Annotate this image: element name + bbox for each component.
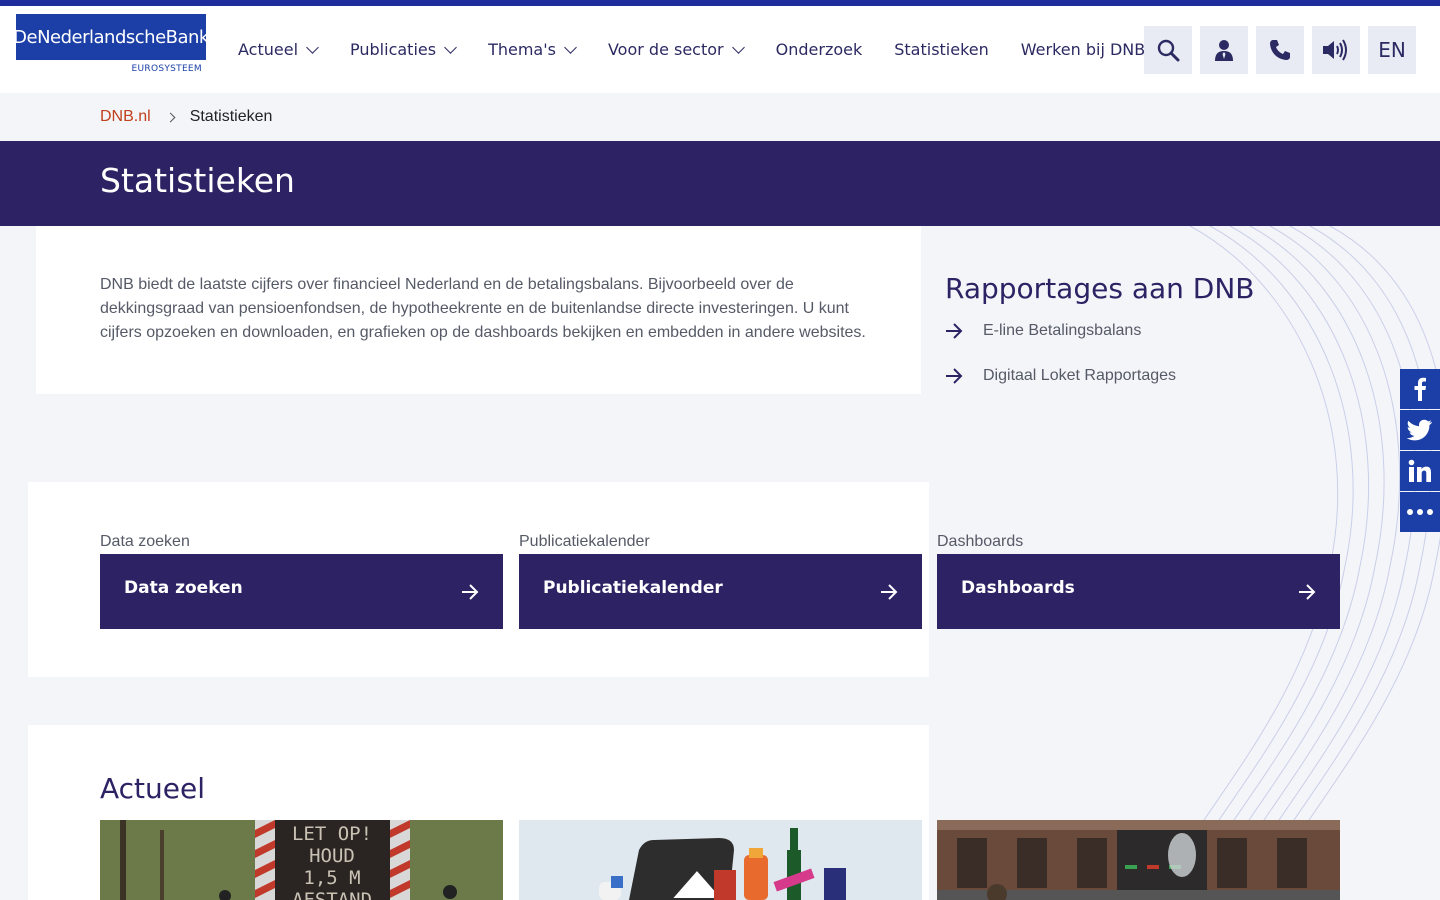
news-image-1[interactable]: LET OP! HOUD 1,5 M AFSTAND [100,820,503,900]
share-bar [1400,369,1440,533]
reports-title: Rapportages aan DNB [945,272,1255,305]
user-icon [1215,40,1233,61]
tile-image: Publicatiekalender [519,530,922,554]
contact-button[interactable] [1256,26,1304,74]
breadcrumb-current: Statistieken [189,108,273,125]
image-alt-text: Publicatiekalender [519,533,650,550]
nav-item-statistieken[interactable]: Statistieken [894,40,989,59]
header-tools: EN [1144,26,1416,74]
arrow-right-icon [881,583,898,600]
nav-label: Onderzoek [775,40,863,59]
arrow-right-icon [462,583,479,600]
report-link-label: Digitaal Loket Rapportages [983,366,1177,384]
language-switch[interactable]: EN [1368,26,1416,74]
nav-label: Thema's [488,40,556,59]
nav-item-actueel[interactable]: Actueel [238,40,319,59]
nav-item-themas[interactable]: Thema's [488,40,577,59]
arrow-right-icon [946,367,963,384]
sign-line-1: LET OP! [292,823,372,845]
nav-label: Voor de sector [607,40,724,59]
nav-label: Statistieken [894,40,989,59]
news-photo-street-building [937,820,1340,900]
linkedin-icon [1408,459,1431,482]
breadcrumb: DNB.nl Statistieken [100,108,272,126]
search-button[interactable] [1144,26,1192,74]
share-twitter-button[interactable] [1400,410,1440,450]
share-linkedin-button[interactable] [1400,451,1440,491]
chevron-down-icon [306,40,319,54]
image-alt-text: Dashboards [937,533,1024,550]
nav-item-werken-bij-dnb[interactable]: Werken bij DNB [1021,40,1145,59]
image-alt-text: Data zoeken [100,533,190,550]
logo-wordmark: DeNederlandscheBank [13,14,209,60]
news-image-2[interactable] [519,820,922,900]
sign-line-3: 1,5 M [303,867,360,889]
tile-dashboards[interactable]: Dashboards Dashboards [937,530,1340,629]
share-facebook-button[interactable] [1400,369,1440,409]
arrow-right-icon [1299,583,1316,600]
sign-line-2: HOUD [309,845,355,867]
speaker-icon [1323,39,1347,61]
tile-button[interactable]: Data zoeken [100,554,503,629]
main-navigation: Actueel Publicaties Thema's Voor de sect… [238,6,1145,93]
report-link-label: E-line Betalingsbalans [983,321,1142,339]
report-link-eline[interactable]: E-line Betalingsbalans [945,315,1255,346]
nav-label: Publicaties [350,40,437,59]
tile-data-zoeken[interactable]: Data zoeken Data zoeken [100,530,503,629]
news-photo-park-sign: LET OP! HOUD 1,5 M AFSTAND [100,820,503,900]
site-header: DeNederlandscheBank EUROSYSTEEM Actueel … [0,6,1440,93]
chevron-down-icon [731,40,745,54]
nav-label: Werken bij DNB [1020,40,1146,59]
tile-publicatiekalender[interactable]: Publicatiekalender Publicatiekalender [519,530,922,629]
reports-section: Rapportages aan DNB E-line Betalingsbala… [945,272,1255,391]
logo-subtitle: EUROSYSTEEM [131,64,202,74]
readspeaker-button[interactable] [1312,26,1360,74]
more-icon [1407,509,1433,515]
tile-label: Dashboards [961,577,1075,598]
news-photo-shopping-basket [519,820,922,900]
search-icon [1157,39,1180,62]
login-button[interactable] [1200,26,1248,74]
chevron-right-icon [165,112,176,122]
share-more-button[interactable] [1400,492,1440,532]
arrow-right-icon [946,322,963,339]
dnb-logo[interactable]: DeNederlandscheBank EUROSYSTEEM [13,14,209,74]
nav-item-onderzoek[interactable]: Onderzoek [776,40,863,59]
news-image-3[interactable] [937,820,1340,900]
tile-label: Data zoeken [124,577,243,598]
tile-button[interactable]: Dashboards [937,554,1340,629]
report-link-digitaal-loket[interactable]: Digitaal Loket Rapportages [945,360,1255,391]
phone-icon [1270,40,1290,60]
news-title: Actueel [100,772,206,805]
tile-button[interactable]: Publicatiekalender [519,554,922,629]
tile-image: Data zoeken [100,530,503,554]
intro-card: DNB biedt de laatste cijfers over financ… [36,226,921,394]
tile-image: Dashboards [937,530,1340,554]
twitter-icon [1407,419,1432,441]
sign-line-4: AFSTAND [292,889,372,900]
intro-text: DNB biedt de laatste cijfers over financ… [100,276,866,341]
nav-item-voor-de-sector[interactable]: Voor de sector [607,40,745,59]
facebook-icon [1414,377,1426,401]
tile-label: Publicatiekalender [543,577,723,598]
chevron-down-icon [564,40,577,54]
breadcrumb-home-link[interactable]: DNB.nl [100,108,151,126]
page-banner: Statistieken [0,141,1440,226]
page-title: Statistieken [100,161,295,200]
nav-label: Actueel [238,40,299,59]
nav-item-publicaties[interactable]: Publicaties [350,40,457,59]
chevron-down-icon [444,40,457,54]
